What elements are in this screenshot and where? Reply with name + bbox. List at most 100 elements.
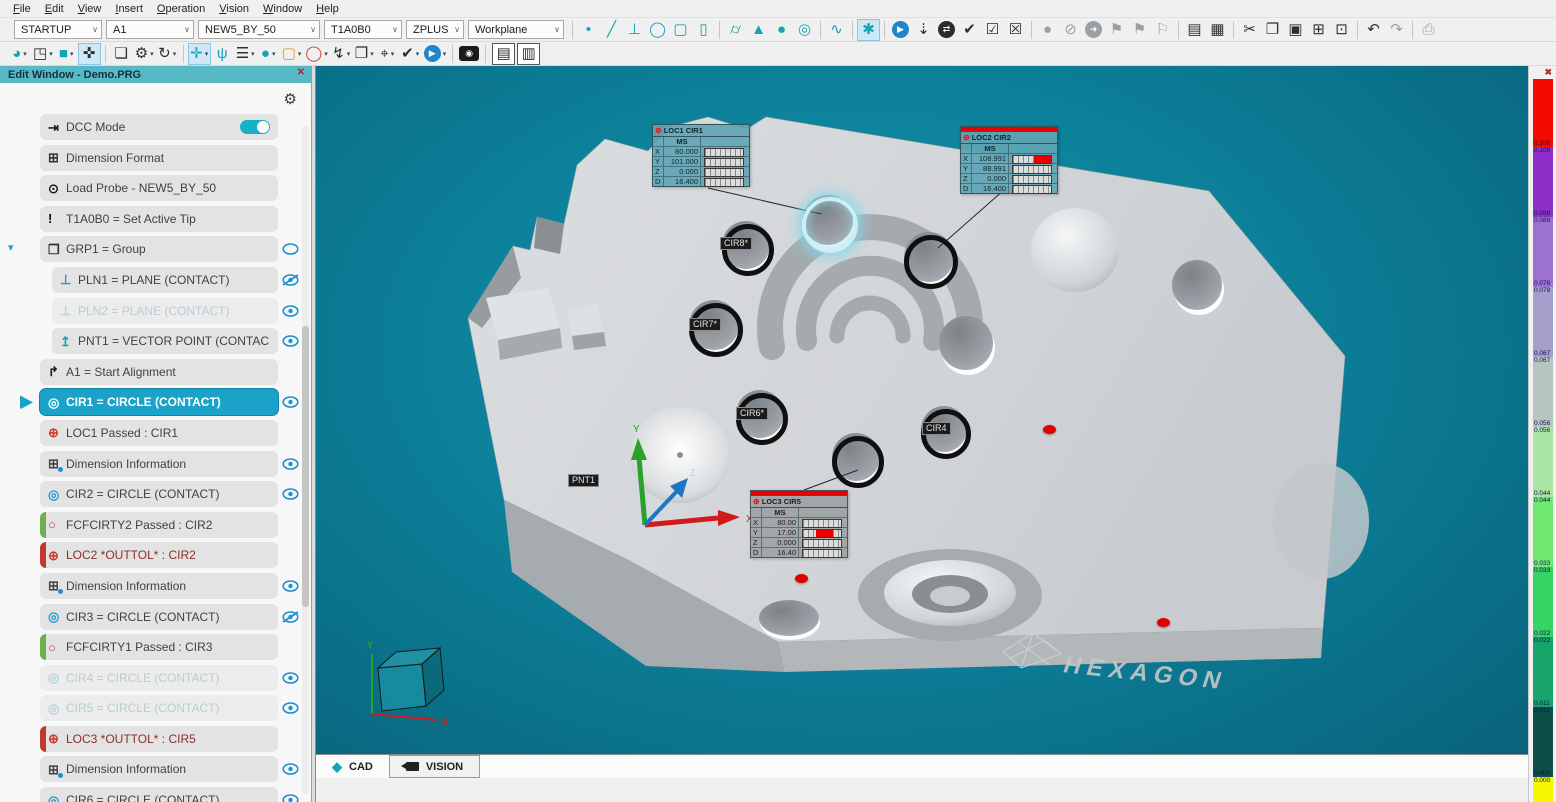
color-scale-close-button[interactable]: ✖ [1544, 67, 1552, 78]
lens-icon[interactable]: ●▾ [257, 43, 280, 65]
mirror-copy-icon[interactable]: ❐▾ [353, 43, 376, 65]
point-feature-icon[interactable]: • [577, 19, 600, 41]
feature-tag-cir7[interactable]: CIR7* [689, 318, 721, 331]
visibility-toggle[interactable] [282, 763, 300, 776]
feature-tag-cir4[interactable]: CIR4 [922, 422, 951, 435]
visibility-toggle[interactable] [282, 488, 300, 501]
tree-item-cir3[interactable]: ◎CIR3 = CIRCLE (CONTACT) [0, 604, 311, 630]
report-chart-icon[interactable]: ▥ [517, 43, 540, 65]
pan-view-icon[interactable]: ✜ [78, 43, 101, 65]
tree-item-cir1[interactable]: ◎CIR1 = CIRCLE (CONTACT) [0, 389, 311, 415]
plane-feature-icon[interactable]: ⊥ [623, 19, 646, 41]
chevron-down-icon[interactable]: ▾ [49, 50, 53, 58]
print-icon[interactable]: ⎙ [1417, 19, 1440, 41]
counterbore-feature[interactable] [858, 549, 1042, 641]
tree-item-cir2[interactable]: ◎CIR2 = CIRCLE (CONTACT) [0, 481, 311, 507]
visibility-toggle[interactable] [282, 305, 300, 318]
quick-align-icon[interactable]: ↯▾ [330, 43, 353, 65]
view-orientation-icon[interactable]: ◕▾ [8, 43, 31, 65]
sphere-feature[interactable] [1031, 208, 1119, 292]
chevron-down-icon[interactable]: ▾ [272, 50, 276, 58]
stop-execution-icon[interactable]: ● [1036, 19, 1059, 41]
tree-item-pill[interactable]: ⇥DCC Mode [40, 114, 278, 140]
feature-tag-pnt1[interactable]: PNT1 [568, 474, 599, 487]
tree-item-pill[interactable]: ⊞Dimension Information [40, 756, 278, 782]
menu-item-view[interactable]: View [71, 3, 109, 15]
tree-item-pill[interactable]: ⊕LOC2 *OUTTOL* : CIR2 [40, 542, 278, 568]
mark-done-icon[interactable]: ✔ [958, 19, 981, 41]
cad-model[interactable]: HEXAGON X Y Z Y X [316, 66, 1528, 754]
snapshot-camera-icon[interactable]: ◉ [457, 43, 481, 65]
gdt-slot-icon[interactable]: ▢▾ [280, 43, 304, 65]
execute-from-cursor-icon[interactable]: ⇣ [912, 19, 935, 41]
cone-feature-icon[interactable]: ▲ [747, 19, 770, 41]
axis-select[interactable]: A1∨ [106, 20, 194, 39]
alignment-select[interactable]: STARTUP∨ [14, 20, 102, 39]
tree-item-pill[interactable]: ❒GRP1 = Group [40, 236, 278, 262]
tree-item-a1[interactable]: ↱A1 = Start Alignment [0, 359, 311, 385]
menu-item-file[interactable]: File [6, 3, 38, 15]
tree-item-pill[interactable]: ◎CIR6 = CIRCLE (CONTACT) [40, 787, 278, 802]
workplane-mode-select[interactable]: Workplane∨ [468, 20, 564, 39]
tree-item-dcc-mode[interactable]: ⇥DCC Mode [0, 114, 311, 140]
bookmark-icon[interactable]: ⚑ [1105, 19, 1128, 41]
paste-icon[interactable]: ▣ [1284, 19, 1307, 41]
visibility-toggle[interactable] [282, 672, 300, 685]
tree-item-grp1[interactable]: ▾❒GRP1 = Group [0, 236, 311, 262]
chevron-down-icon[interactable]: ▾ [391, 50, 395, 58]
report-window-icon[interactable]: ▦ [1206, 19, 1229, 41]
tree-item-pill[interactable]: ⊙Load Probe - NEW5_BY_50 [40, 175, 278, 201]
execute-program-icon[interactable]: ▶ [889, 19, 912, 41]
circle-feature-icon[interactable]: ◯ [646, 19, 669, 41]
report-form-icon[interactable]: ▤ [492, 43, 515, 65]
menu-item-help[interactable]: Help [309, 3, 346, 15]
chevron-down-icon[interactable]: ▾ [298, 50, 302, 58]
orientation-cube[interactable]: Y X [367, 640, 448, 727]
torus-feature-icon[interactable]: ◎ [793, 19, 816, 41]
round-slot-feature-icon[interactable]: ▢ [669, 19, 692, 41]
close-edit-window-button[interactable]: ✕ [297, 67, 305, 78]
tree-item-pln1[interactable]: ⊥PLN1 = PLANE (CONTACT) [0, 267, 311, 293]
tree-item-set-active-tip[interactable]: !T1A0B0 = Set Active Tip [0, 206, 311, 232]
chevron-down-icon[interactable]: ▾ [370, 50, 374, 58]
cylinder-feature-icon[interactable]: ⌭ [724, 19, 747, 41]
feature-marker-cir2[interactable] [904, 235, 958, 289]
tree-item-pln2[interactable]: ⊥PLN2 = PLANE (CONTACT) [0, 298, 311, 324]
tab-vision[interactable]: VISION [389, 755, 480, 778]
probe-mode-icon[interactable]: ✛▾ [188, 43, 211, 65]
selected-feature-cir1[interactable] [802, 197, 858, 253]
execute-loop-icon[interactable]: ⇄ [935, 19, 958, 41]
target-points-icon[interactable]: ⌖▾ [376, 43, 399, 65]
chevron-down-icon[interactable]: ▾ [173, 50, 177, 58]
panel-settings-gear-icon[interactable]: ⚙ [284, 90, 297, 108]
panel-scrollbar-thumb[interactable] [302, 326, 309, 607]
visibility-toggle[interactable] [282, 794, 300, 802]
tree-item-dim-info-2[interactable]: ⊞Dimension Information [0, 573, 311, 599]
probe-file-select[interactable]: NEW5_BY_50∨ [198, 20, 320, 39]
visibility-toggle[interactable] [282, 702, 300, 715]
tree-item-cir5[interactable]: ◎CIR5 = CIRCLE (CONTACT) [0, 695, 311, 721]
tree-item-pill[interactable]: ⊞Dimension Information [40, 573, 278, 599]
visibility-toggle[interactable] [282, 335, 300, 348]
report-list-icon[interactable]: ▤ [1183, 19, 1206, 41]
chevron-down-icon[interactable]: ▾ [443, 50, 447, 58]
tree-item-dim-info-1[interactable]: ⊞Dimension Information [0, 451, 311, 477]
chevron-down-icon[interactable]: ▾ [23, 50, 27, 58]
sphere-feature-icon[interactable]: ● [770, 19, 793, 41]
tree-item-loc1[interactable]: ⊕LOC1 Passed : CIR1 [0, 420, 311, 446]
feature-tag-cir8[interactable]: CIR8* [720, 237, 752, 250]
pattern-paste-icon[interactable]: ⊞ [1307, 19, 1330, 41]
tree-item-pill[interactable]: !T1A0B0 = Set Active Tip [40, 206, 278, 232]
cad-viewport[interactable]: HEXAGON X Y Z Y X [316, 66, 1528, 778]
square-slot-feature-icon[interactable]: ▯ [692, 19, 715, 41]
rotate-view-icon[interactable]: ↻▾ [156, 43, 179, 65]
dimension-label-loc1[interactable]: ⊕LOC1 CIR1MSX80.000Y101.000Z0.000D16.400 [652, 124, 750, 187]
tree-item-loc3[interactable]: ⊕LOC3 *OUTTOL* : CIR5 [0, 726, 311, 752]
workplane-select[interactable]: ZPLUS∨ [406, 20, 464, 39]
chevron-down-icon[interactable]: ▾ [324, 50, 328, 58]
copy-icon[interactable]: ❐ [1261, 19, 1284, 41]
cut-icon[interactable]: ✂ [1238, 19, 1261, 41]
mini-execute-icon[interactable]: ▶▾ [422, 43, 449, 65]
active-tip-select[interactable]: T1A0B0∨ [324, 20, 402, 39]
menu-item-insert[interactable]: Insert [108, 3, 150, 15]
